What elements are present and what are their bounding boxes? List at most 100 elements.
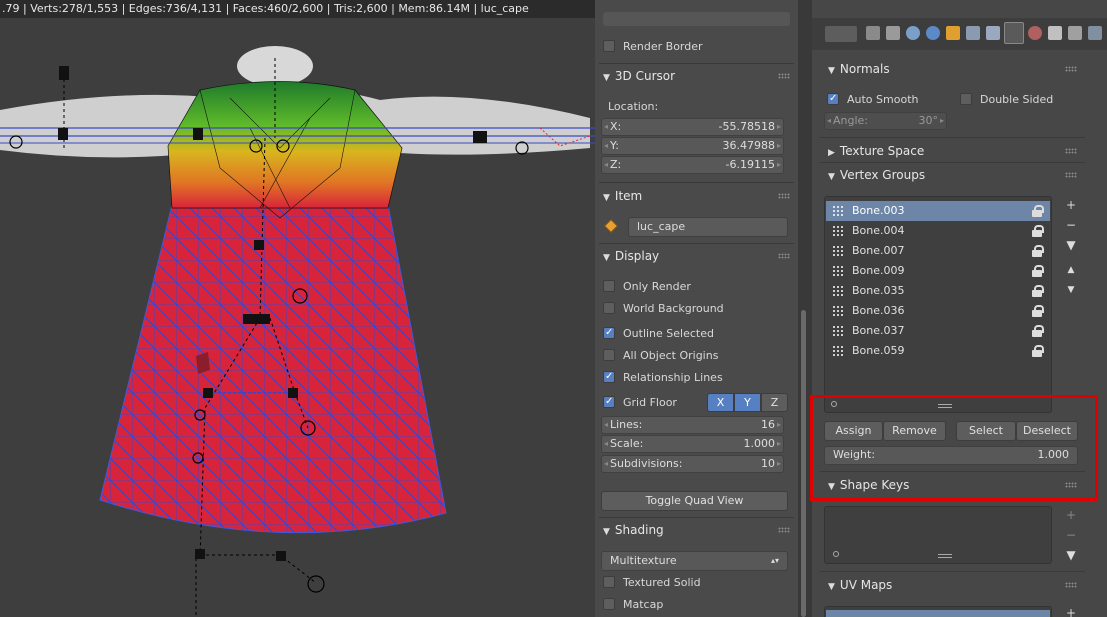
lock-icon[interactable] <box>1032 305 1044 317</box>
add-icon[interactable]: + <box>1062 196 1080 214</box>
normals-header[interactable]: ▼ Normals <box>820 58 1085 80</box>
auto-smooth-angle-field[interactable]: Angle:30° <box>824 112 947 130</box>
vertex-group-item[interactable]: Bone.004 <box>826 221 1050 241</box>
panel-grip-icon[interactable] <box>778 193 790 199</box>
only-render-checkbox[interactable] <box>603 280 615 292</box>
shape-keys-header[interactable]: ▼ Shape Keys <box>820 474 1085 496</box>
assign-button[interactable]: Assign <box>824 421 883 441</box>
uv-maps-header[interactable]: ▼ UV Maps <box>820 574 1085 596</box>
vertex-group-item[interactable]: Bone.035 <box>826 281 1050 301</box>
object-tab-icon[interactable] <box>946 26 960 40</box>
render-tab-icon[interactable] <box>866 26 880 40</box>
vertex-group-item[interactable]: Bone.007 <box>826 241 1050 261</box>
display-header[interactable]: ▼ Display <box>595 245 798 267</box>
remove-button[interactable]: Remove <box>883 421 946 441</box>
deselect-button[interactable]: Deselect <box>1016 421 1078 441</box>
add-icon[interactable]: + <box>1062 604 1080 617</box>
lock-icon[interactable] <box>1032 245 1044 257</box>
all-object-origins-row[interactable]: All Object Origins <box>603 347 718 365</box>
world-background-row[interactable]: World Background <box>603 300 724 318</box>
panel-grip-icon[interactable] <box>778 73 790 79</box>
vertex-group-item[interactable]: Bone.003 <box>826 201 1050 221</box>
auto-smooth-row[interactable]: Auto Smooth <box>827 90 918 109</box>
world-background-checkbox[interactable] <box>603 302 615 314</box>
uv-map-item[interactable] <box>826 610 1050 617</box>
shape-key-list[interactable] <box>824 506 1052 564</box>
panel-grip-icon[interactable] <box>1065 148 1077 154</box>
toggle-quad-view-button[interactable]: Toggle Quad View <box>601 491 788 511</box>
3d-cursor-header[interactable]: ▼ 3D Cursor <box>595 65 798 87</box>
lock-icon[interactable] <box>1032 325 1044 337</box>
cursor-z-field[interactable]: Z:-6.19115 <box>601 156 784 174</box>
list-resize-handle[interactable] <box>938 404 952 408</box>
remove-icon[interactable]: − <box>1062 216 1080 234</box>
matcap-row[interactable]: Matcap <box>603 596 663 614</box>
auto-smooth-checkbox[interactable] <box>827 90 839 108</box>
relationship-lines-row[interactable]: Relationship Lines <box>603 368 723 387</box>
world-tab-icon[interactable] <box>926 26 940 40</box>
only-render-row[interactable]: Only Render <box>603 278 691 296</box>
panel-grip-icon[interactable] <box>778 527 790 533</box>
render-border-checkbox[interactable] <box>603 40 615 52</box>
list-resize-handle[interactable] <box>938 554 952 558</box>
textured-solid-checkbox[interactable] <box>603 576 615 588</box>
grid-axis-y-button[interactable]: Y <box>734 393 761 412</box>
texture-space-header[interactable]: ▶ Texture Space <box>820 140 1085 162</box>
grid-lines-field[interactable]: Lines:16 <box>601 416 784 434</box>
panel-grip-icon[interactable] <box>1065 172 1077 178</box>
cursor-y-field[interactable]: Y:36.47988 <box>601 137 784 155</box>
constraints-tab-icon[interactable] <box>966 26 980 40</box>
lock-icon[interactable] <box>1032 285 1044 297</box>
data-tab-icon[interactable] <box>1004 22 1024 44</box>
specials-menu-icon[interactable]: ▼ <box>1062 236 1080 254</box>
vertex-group-list[interactable]: Bone.003 Bone.004 Bone.007 Bone.009 Bone… <box>824 196 1052 413</box>
vertex-groups-header[interactable]: ▼ Vertex Groups <box>820 164 1085 186</box>
remove-icon[interactable]: − <box>1062 526 1080 544</box>
texture-tab-icon[interactable] <box>1048 26 1062 40</box>
list-filter-toggle-icon[interactable] <box>833 551 839 557</box>
select-button[interactable]: Select <box>956 421 1016 441</box>
grid-axis-z-button[interactable]: Z <box>761 393 788 412</box>
uv-map-list[interactable] <box>824 606 1052 617</box>
all-object-origins-checkbox[interactable] <box>603 349 615 361</box>
double-sided-row[interactable]: Double Sided <box>960 91 1053 109</box>
lock-icon[interactable] <box>1032 205 1044 217</box>
textured-solid-row[interactable]: Textured Solid <box>603 574 701 592</box>
modifiers-tab-icon[interactable] <box>986 26 1000 40</box>
vertex-group-item[interactable]: Bone.036 <box>826 301 1050 321</box>
panel-grip-icon[interactable] <box>1065 582 1077 588</box>
specials-menu-icon[interactable]: ▼ <box>1062 546 1080 564</box>
editor-type-button[interactable] <box>824 25 858 43</box>
particles-tab-icon[interactable] <box>1068 26 1082 40</box>
layers-tab-icon[interactable] <box>886 26 900 40</box>
physics-tab-icon[interactable] <box>1088 26 1102 40</box>
double-sided-checkbox[interactable] <box>960 93 972 105</box>
grid-subdivisions-field[interactable]: Subdivisions:10 <box>601 455 784 473</box>
list-filter-toggle-icon[interactable] <box>831 401 837 407</box>
grid-axis-x-button[interactable]: X <box>707 393 734 412</box>
grid-scale-field[interactable]: Scale:1.000 <box>601 435 784 453</box>
vertex-group-item[interactable]: Bone.009 <box>826 261 1050 281</box>
object-name-field[interactable]: luc_cape <box>628 217 788 237</box>
panel-grip-icon[interactable] <box>778 253 790 259</box>
move-up-icon[interactable]: ▲ <box>1062 261 1080 279</box>
grid-floor-row[interactable]: Grid Floor <box>603 393 677 412</box>
vertex-group-item[interactable]: Bone.059 <box>826 341 1050 361</box>
lock-icon[interactable] <box>1032 345 1044 357</box>
outline-selected-checkbox[interactable] <box>603 324 615 342</box>
render-border-row[interactable]: Render Border <box>603 38 703 56</box>
item-header[interactable]: ▼ Item <box>595 185 798 207</box>
lock-icon[interactable] <box>1032 265 1044 277</box>
npanel-scrollbar[interactable] <box>801 310 806 617</box>
lock-icon[interactable] <box>1032 225 1044 237</box>
move-down-icon[interactable]: ▼ <box>1062 281 1080 299</box>
panel-grip-icon[interactable] <box>1065 482 1077 488</box>
shading-mode-dropdown[interactable]: Multitexture ▴▾ <box>601 551 788 571</box>
weight-field[interactable]: Weight: 1.000 <box>824 446 1078 465</box>
panel-grip-icon[interactable] <box>1065 66 1077 72</box>
shading-header[interactable]: ▼ Shading <box>595 519 798 541</box>
3d-viewport[interactable] <box>0 18 595 617</box>
cursor-x-field[interactable]: X:-55.78518 <box>601 118 784 136</box>
matcap-checkbox[interactable] <box>603 598 615 610</box>
scene-tab-icon[interactable] <box>906 26 920 40</box>
